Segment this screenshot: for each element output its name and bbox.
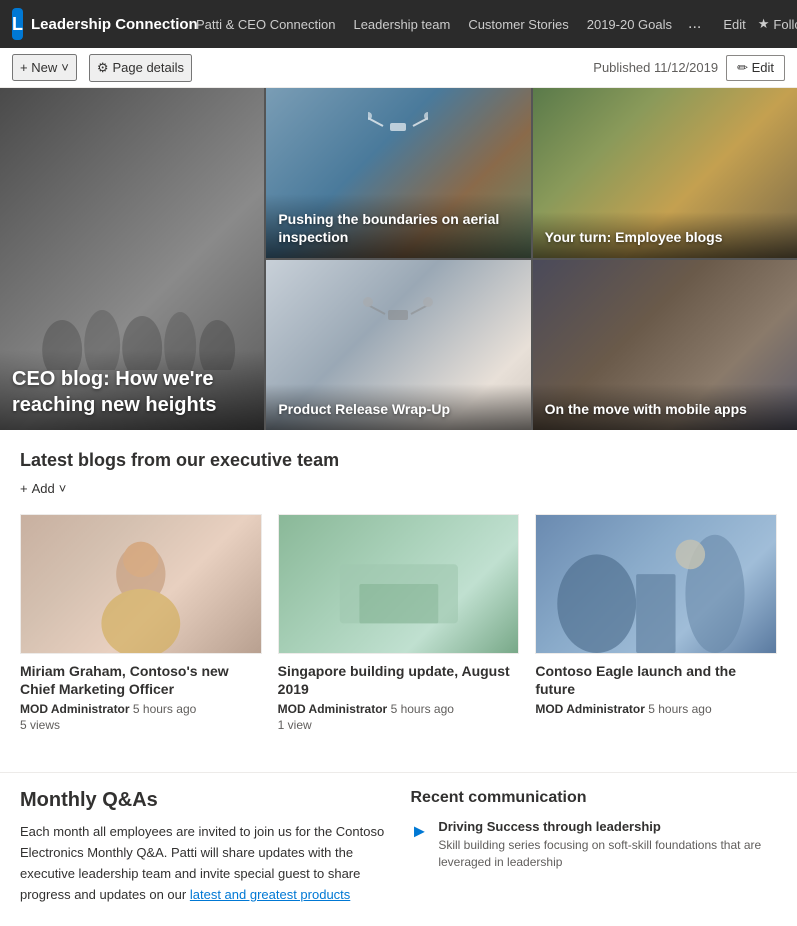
blog-time-singapore-val: 5 hours ago [391,702,454,716]
hero-overlay-mobile: On the move with mobile apps [533,384,797,430]
hero-grid: CEO blog: How we're reaching new heights… [0,88,797,430]
page-details-button[interactable]: ⚙ Page details [89,54,192,82]
following-label: Following [773,17,797,32]
blogs-section: Latest blogs from our executive team + A… [0,430,797,772]
logo-area: L Leadership Connection [12,8,172,40]
comm-item-desc-0: Skill building series focusing on soft-s… [438,837,777,871]
hero-title-mobile: On the move with mobile apps [545,400,785,418]
hero-overlay-product: Product Release Wrap-Up [266,384,530,430]
monthly-qa: Monthly Q&As Each month all employees ar… [20,789,387,905]
blog-views-miriam: 5 views [20,718,262,732]
star-icon: ★ [758,16,770,32]
blog-card-singapore[interactable]: Singapore building update, August 2019 M… [278,514,520,732]
hero-title-product: Product Release Wrap-Up [278,400,518,418]
hero-overlay-ceo: CEO blog: How we're reaching new heights [0,350,264,430]
hero-overlay-employee: Your turn: Employee blogs [533,212,797,258]
blog-cards: Miriam Graham, Contoso's new Chief Marke… [20,514,777,732]
add-bar[interactable]: + Add ˅ [20,479,777,498]
hero-title-ceo: CEO blog: How we're reaching new heights [12,366,252,418]
blog-time-miriam-val: 5 hours ago [133,702,196,716]
hero-item-product[interactable]: Product Release Wrap-Up [266,260,530,430]
nav-link-leadership[interactable]: Leadership team [345,13,458,36]
comm-item-0[interactable]: ► Driving Success through leadership Ski… [411,819,778,871]
blog-card-title-miriam: Miriam Graham, Contoso's new Chief Marke… [20,662,262,698]
blog-card-title-eagle: Contoso Eagle launch and the future [535,662,777,698]
nav-links: Patti & CEO Connection Leadership team C… [188,11,707,37]
blogs-section-title: Latest blogs from our executive team [20,450,777,471]
nav-link-patti[interactable]: Patti & CEO Connection [188,13,343,36]
nav-actions: Edit ★ Following ↗ Share site [723,16,797,32]
toolbar: + New ˅ ⚙ Page details Published 11/12/2… [0,48,797,88]
blog-card-eagle[interactable]: Contoso Eagle launch and the future MOD … [535,514,777,732]
comm-item-title-0: Driving Success through leadership [438,819,777,834]
recent-comm-title: Recent communication [411,789,778,807]
add-label: Add [32,481,55,496]
nav-link-goals[interactable]: 2019-20 Goals [579,13,680,36]
toolbar-left: + New ˅ ⚙ Page details [12,54,192,82]
blog-card-title-singapore: Singapore building update, August 2019 [278,662,520,698]
nav-link-customer[interactable]: Customer Stories [460,13,576,36]
nav-edit-action[interactable]: Edit [723,17,745,32]
plus-icon: + [20,481,28,496]
edit-button[interactable]: ✏ Edit [726,55,785,81]
comm-item-content: Driving Success through leadership Skill… [438,819,777,871]
blog-card-meta-eagle: MOD Administrator 5 hours ago [535,702,777,716]
blog-views-singapore: 1 view [278,718,520,732]
hero-item-mobile[interactable]: On the move with mobile apps [533,260,797,430]
blog-card-img-eagle [535,514,777,654]
bottom-section: Monthly Q&As Each month all employees ar… [0,772,797,925]
new-button-label: + New [20,60,57,75]
recent-communication: Recent communication ► Driving Success t… [411,789,778,905]
new-button[interactable]: + New ˅ [12,54,77,81]
blog-time-eagle-val: 5 hours ago [648,702,711,716]
monthly-qa-body: Each month all employees are invited to … [20,822,387,905]
hero-title-aerial: Pushing the boundaries on aerial inspect… [278,210,518,246]
logo-icon: L [12,8,23,40]
chevron-down-icon: ˅ [61,60,69,75]
hero-item-aerial[interactable]: Pushing the boundaries on aerial inspect… [266,88,530,258]
nav-more-icon[interactable]: ... [682,11,707,37]
chevron-icon: ˅ [59,481,67,496]
page-details-label: Page details [112,60,184,75]
settings-icon: ⚙ [97,60,109,76]
blog-author-miriam: MOD Administrator [20,702,130,716]
hero-item-ceo[interactable]: CEO blog: How we're reaching new heights [0,88,264,430]
nav-following-action[interactable]: ★ Following [758,16,797,32]
toolbar-right: Published 11/12/2019 ✏ Edit [593,55,785,81]
blog-card-meta-miriam: MOD Administrator 5 hours ago [20,702,262,716]
monthly-qa-title: Monthly Q&As [20,789,387,812]
blog-card-img-singapore [278,514,520,654]
blog-card-img-miriam [20,514,262,654]
blog-card-meta-singapore: MOD Administrator 5 hours ago [278,702,520,716]
site-title: Leadership Connection [31,16,198,33]
published-status: Published 11/12/2019 [593,60,718,75]
blog-card-miriam[interactable]: Miriam Graham, Contoso's new Chief Marke… [20,514,262,732]
blog-author-singapore: MOD Administrator [278,702,388,716]
hero-overlay-aerial: Pushing the boundaries on aerial inspect… [266,194,530,258]
top-nav: L Leadership Connection Patti & CEO Conn… [0,0,797,48]
arrow-icon: ► [411,821,429,842]
hero-title-employee: Your turn: Employee blogs [545,228,785,246]
hero-item-employee[interactable]: Your turn: Employee blogs [533,88,797,258]
monthly-qa-link[interactable]: latest and greatest products [190,887,350,902]
blog-author-eagle: MOD Administrator [535,702,645,716]
